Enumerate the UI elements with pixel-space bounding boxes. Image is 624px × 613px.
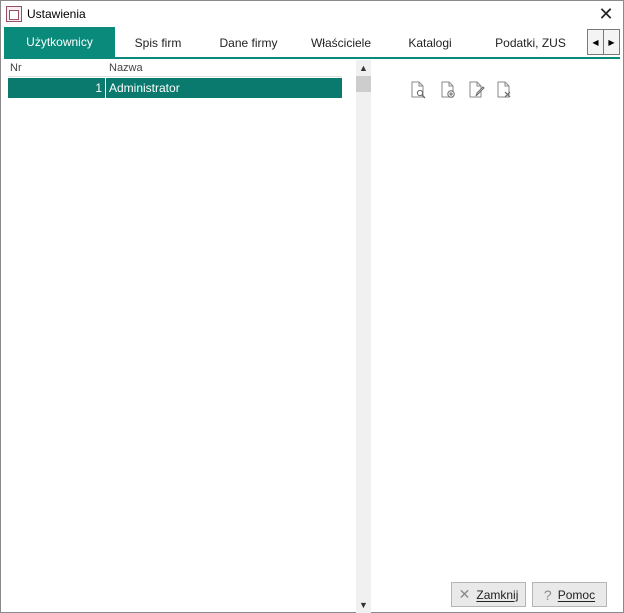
delete-document-icon[interactable]: [495, 81, 513, 99]
app-book-icon: [6, 6, 22, 22]
tab-katalogi[interactable]: Katalogi: [386, 29, 474, 57]
tab-wlasciciele[interactable]: Właściciele: [296, 29, 386, 57]
add-document-icon[interactable]: [439, 81, 457, 99]
edit-document-icon[interactable]: [467, 81, 485, 99]
record-toolbar: [409, 81, 519, 101]
close-button[interactable]: ✕ Zamknij: [451, 582, 526, 607]
tab-scroll-right-icon[interactable]: ▶: [603, 30, 619, 54]
users-grid: Nr Nazwa 1 Administrator: [8, 60, 342, 605]
tab-dane-firmy[interactable]: Dane firmy: [201, 29, 296, 57]
help-button[interactable]: ? Pomoc: [532, 582, 607, 607]
tab-strip: Użytkownicy Spis firm Dane firmy Właścic…: [4, 27, 620, 57]
view-document-icon[interactable]: [409, 81, 427, 99]
scrollbar-thumb[interactable]: [356, 76, 371, 92]
cell-nazwa: Administrator: [109, 81, 180, 95]
tab-uzytkownicy[interactable]: Użytkownicy: [4, 27, 115, 57]
scroll-up-icon[interactable]: ▲: [356, 60, 371, 76]
grid-vertical-scrollbar[interactable]: ▲ ▼: [356, 60, 371, 613]
column-header-nr[interactable]: Nr: [10, 62, 22, 74]
title-bar: Ustawienia ✕: [1, 1, 623, 27]
help-icon: ?: [543, 586, 552, 603]
close-icon: ✕: [458, 586, 471, 602]
cell-nr: 1: [8, 78, 106, 98]
help-button-label: Pomoc: [557, 587, 596, 602]
tab-scroll-left-icon[interactable]: ◀: [588, 30, 603, 54]
column-header-nazwa[interactable]: Nazwa: [109, 62, 143, 74]
window-title: Ustawienia: [27, 7, 86, 21]
close-button-label: Zamknij: [476, 587, 519, 602]
scroll-down-icon[interactable]: ▼: [356, 597, 371, 613]
tab-podatki-zus[interactable]: Podatki, ZUS: [474, 29, 587, 57]
settings-window: Ustawienia ✕ Użytkownicy Spis firm Dane …: [0, 0, 624, 613]
close-window-icon[interactable]: ✕: [591, 1, 621, 27]
tab-underline: [4, 57, 620, 59]
tab-scroll-buttons: ◀ ▶: [587, 29, 620, 55]
table-row[interactable]: 1 Administrator: [8, 78, 342, 98]
tab-spis-firm[interactable]: Spis firm: [115, 29, 201, 57]
grid-header: Nr Nazwa: [8, 60, 342, 77]
